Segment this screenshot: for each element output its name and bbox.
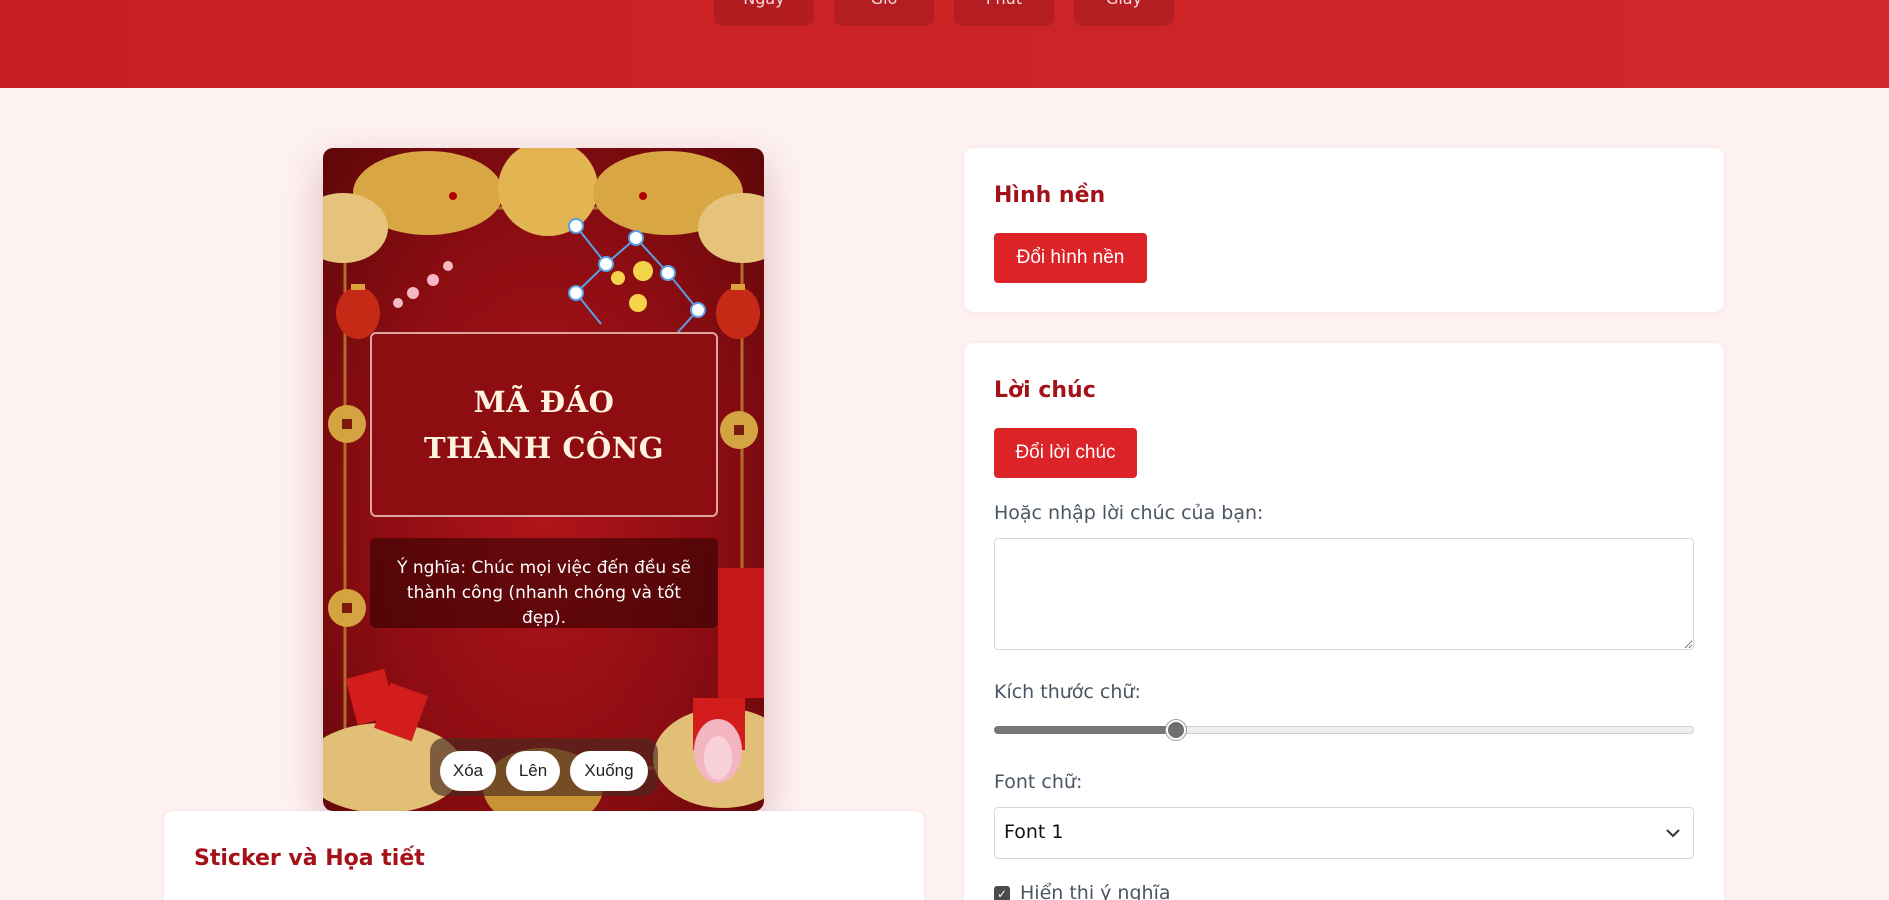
countdown-days: Ngày — [714, 0, 814, 26]
font-family-select[interactable] — [994, 807, 1694, 859]
change-wish-button[interactable]: Đổi lời chúc — [994, 428, 1137, 478]
wish-title-frame[interactable]: MÃ ĐÁO THÀNH CÔNG — [370, 332, 718, 517]
font-size-slider-fill — [994, 726, 1176, 734]
show-meaning-checkbox[interactable]: ✓ — [994, 886, 1010, 900]
font-size-label: Kích thước chữ: — [994, 681, 1141, 703]
delete-sticker-button[interactable]: Xóa — [440, 751, 496, 791]
move-down-sticker-button[interactable]: Xuống — [570, 751, 648, 791]
countdown-minutes: Phút — [954, 0, 1054, 26]
wish-title: MÃ ĐÁO THÀNH CÔNG — [423, 384, 665, 465]
background-panel — [964, 148, 1724, 312]
change-background-button[interactable]: Đổi hình nền — [994, 233, 1147, 283]
font-size-slider-thumb[interactable] — [1166, 720, 1186, 740]
countdown-seconds: Giây — [1074, 0, 1174, 26]
greeting-card-preview[interactable]: MÃ ĐÁO THÀNH CÔNG Ý nghĩa: Chúc mọi việc… — [323, 148, 764, 811]
wish-panel-title: Lời chúc — [994, 378, 1096, 403]
chevron-down-icon — [1666, 829, 1680, 838]
font-family-selected: Font 1 — [1004, 821, 1064, 843]
custom-wish-label: Hoặc nhập lời chúc của bạn: — [994, 502, 1264, 524]
background-panel-title: Hình nền — [994, 183, 1106, 208]
countdown-hours: Giờ — [834, 0, 934, 26]
move-up-sticker-button[interactable]: Lên — [506, 751, 560, 791]
countdown-header: Ngày Giờ Phút Giây — [0, 0, 1889, 88]
custom-wish-input[interactable] — [994, 538, 1694, 650]
show-meaning-label: Hiển thị ý nghĩa — [1020, 882, 1171, 900]
font-family-label: Font chữ: — [994, 771, 1083, 793]
sticker-panel-title: Sticker và Họa tiết — [194, 846, 425, 871]
wish-meaning: Ý nghĩa: Chúc mọi việc đến đều sẽ thành … — [370, 538, 718, 628]
